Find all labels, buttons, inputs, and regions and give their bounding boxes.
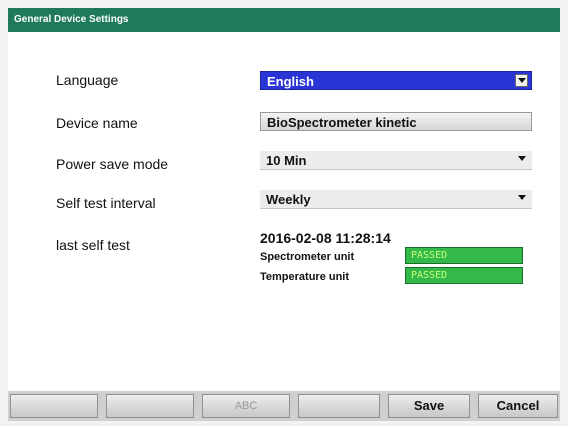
last-self-test-datetime: 2016-02-08 11:28:14 xyxy=(260,230,391,246)
self-test-interval-label: Self test interval xyxy=(56,195,156,211)
softkey-2[interactable] xyxy=(106,394,194,418)
power-save-select[interactable]: 10 Min xyxy=(260,151,532,170)
softkey-abc[interactable]: ABC xyxy=(202,394,290,418)
spectrometer-unit-label: Spectrometer unit xyxy=(260,251,355,263)
softkey-4[interactable] xyxy=(298,394,380,418)
softkey-1[interactable] xyxy=(10,394,98,418)
device-name-label: Device name xyxy=(56,115,138,131)
temperature-status-badge: PASSED xyxy=(405,267,523,284)
self-test-interval-select[interactable]: Weekly xyxy=(260,190,532,209)
temperature-unit-label: Temperature unit xyxy=(260,271,350,283)
chevron-down-icon[interactable] xyxy=(515,74,528,87)
language-label: Language xyxy=(56,72,119,88)
language-value: English xyxy=(267,74,314,89)
chevron-down-icon[interactable] xyxy=(516,192,529,205)
last-self-test-label: last self test xyxy=(56,237,130,253)
device-name-input[interactable]: BioSpectrometer kinetic xyxy=(260,112,532,131)
language-select[interactable]: English xyxy=(260,71,532,90)
cancel-button[interactable]: Cancel xyxy=(478,394,558,418)
softkey-bar: ABC Save Cancel xyxy=(8,391,560,421)
power-save-label: Power save mode xyxy=(56,156,169,172)
power-save-value: 10 Min xyxy=(266,153,307,168)
spectrometer-status-badge: PASSED xyxy=(405,247,523,264)
settings-dialog: General Device Settings Language English… xyxy=(8,8,560,418)
self-test-interval-value: Weekly xyxy=(266,192,311,207)
save-button[interactable]: Save xyxy=(388,394,470,418)
dialog-title: General Device Settings xyxy=(8,8,560,32)
chevron-down-icon[interactable] xyxy=(516,153,529,166)
device-name-value: BioSpectrometer kinetic xyxy=(267,115,417,130)
